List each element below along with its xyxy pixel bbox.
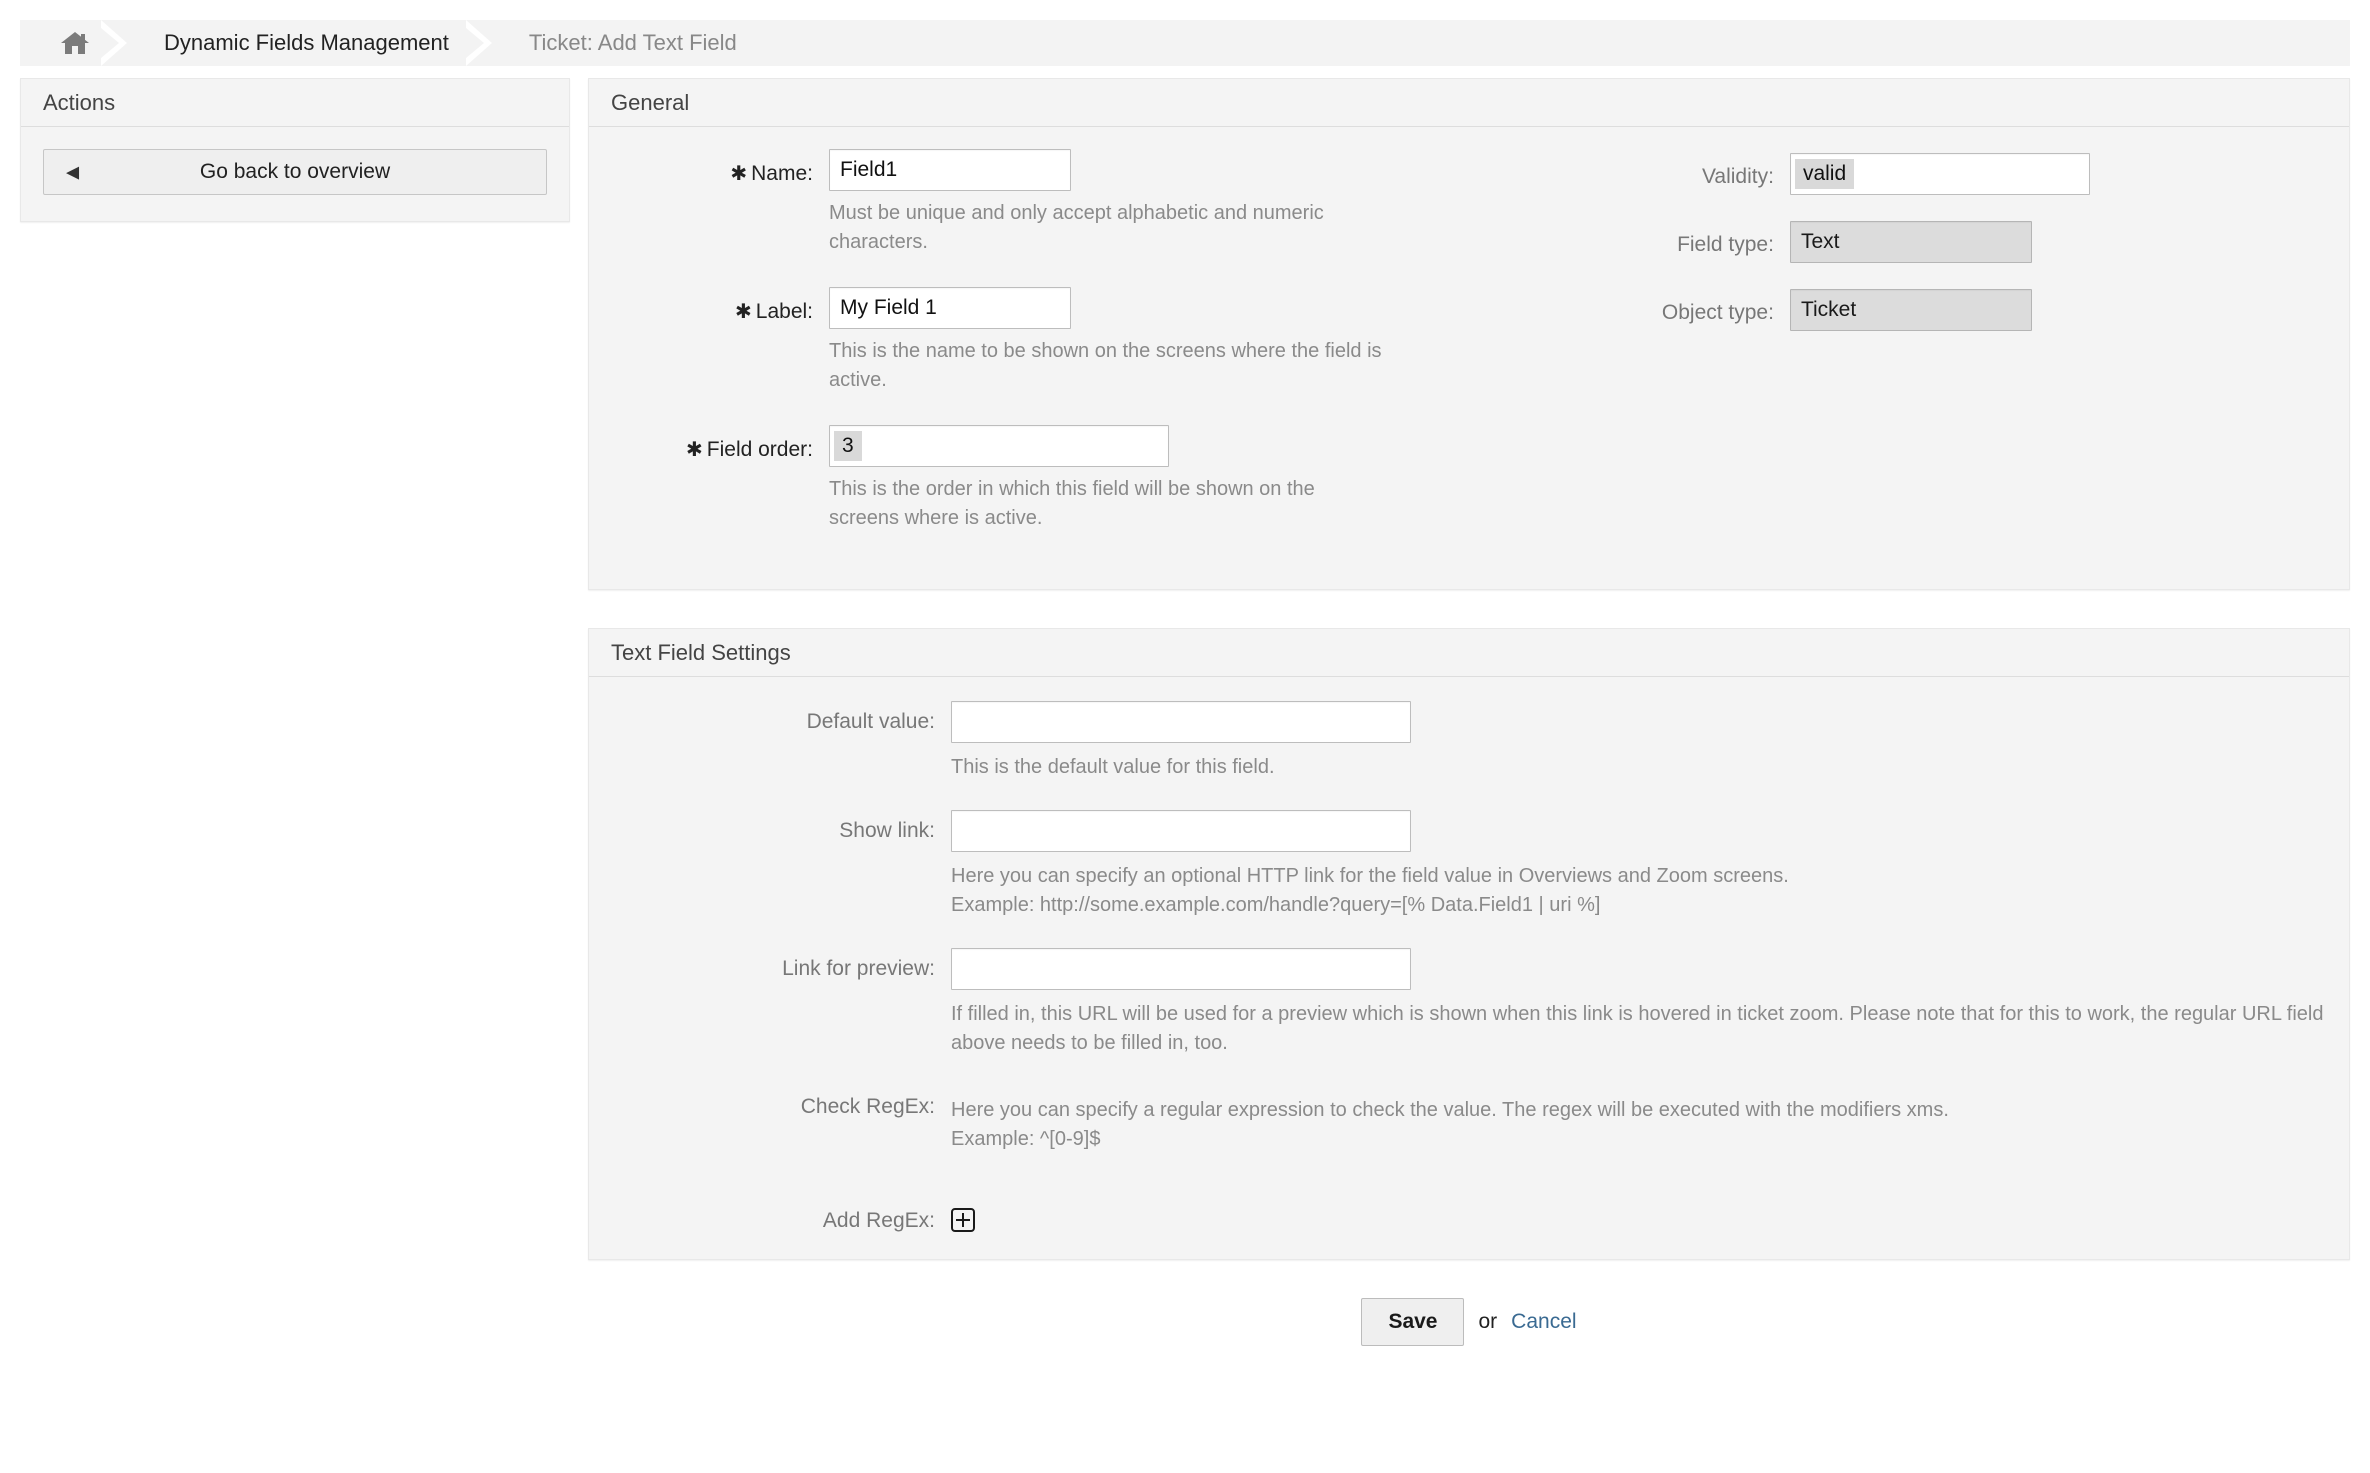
add-regex-control [951,1198,2327,1232]
actions-widget: Actions ◀ Go back to overview [20,78,570,222]
check-regex-control: Here you can specify a regular expressio… [951,1084,2327,1198]
check-regex-help-line-1: Here you can specify a regular expressio… [951,1096,2327,1125]
text-field-settings-title: Text Field Settings [611,640,791,666]
validity-select[interactable]: valid [1790,153,2090,195]
field-type-control: Text [1790,221,2327,263]
go-back-to-overview-button[interactable]: ◀ Go back to overview [43,149,547,195]
object-type-select: Ticket [1790,289,2032,331]
field-type-row: Field type: Text [1572,221,2327,263]
default-value-help-text: This is the default value for this field… [951,753,2327,782]
text-field-settings-widget: Text Field Settings Default value: This … [588,628,2350,1260]
field-type-value: Text [1795,227,1848,257]
show-link-input[interactable] [951,810,1411,852]
add-regex-row: Add RegEx: [611,1198,2327,1233]
name-help-text: Must be unique and only accept alphabeti… [829,199,1389,257]
form-footer: Save or Cancel [588,1298,2350,1346]
field-order-select[interactable]: 3 [829,425,1169,467]
default-value-row: Default value: This is the default value… [611,699,2327,808]
general-widget: General ✱Name: Field1 Must be unique and… [588,78,2350,590]
validity-label: Validity: [1572,153,1790,189]
breadcrumb-label: Ticket: Add Text Field [529,30,737,56]
general-body: ✱Name: Field1 Must be unique and only ac… [589,127,2349,589]
field-order-label-text: Field order: [707,438,813,461]
name-input[interactable]: Field1 [829,149,1071,191]
home-icon [60,30,90,56]
cancel-link[interactable]: Cancel [1511,1310,1576,1334]
required-asterisk-icon: ✱ [686,439,703,461]
label-control: My Field 1 This is the name to be shown … [829,287,1572,421]
link-for-preview-input[interactable] [951,948,1411,990]
name-label-text: Name: [751,162,813,185]
go-back-to-overview-label: Go back to overview [44,160,546,184]
required-asterisk-icon: ✱ [735,301,752,323]
breadcrumb-home[interactable] [20,20,130,66]
object-type-label: Object type: [1572,289,1790,325]
text-field-settings-header: Text Field Settings [589,629,2349,677]
add-regex-label: Add RegEx: [611,1198,951,1233]
validity-field-row: Validity: valid [1572,153,2327,195]
or-label: or [1478,1310,1497,1334]
general-left-column: ✱Name: Field1 Must be unique and only ac… [611,149,1572,563]
breadcrumb-label: Dynamic Fields Management [164,30,449,56]
check-regex-label: Check RegEx: [611,1084,951,1119]
main-content: General ✱Name: Field1 Must be unique and… [588,78,2350,1346]
label-input[interactable]: My Field 1 [829,287,1071,329]
link-for-preview-label: Link for preview: [611,946,951,981]
general-header: General [589,79,2349,127]
object-type-value: Ticket [1795,295,1864,325]
name-label: ✱Name: [611,149,829,186]
breadcrumb-separator [101,20,131,66]
default-value-control: This is the default value for this field… [951,699,2327,808]
required-asterisk-icon: ✱ [730,163,747,185]
field-order-row: ✱Field order: 3 This is the order in whi… [611,425,1572,559]
show-link-row: Show link: Here you can specify an optio… [611,808,2327,946]
validity-control: valid [1790,153,2327,195]
show-link-label: Show link: [611,808,951,843]
general-title: General [611,90,689,116]
actions-body: ◀ Go back to overview [21,127,569,221]
show-link-help-text: Here you can specify an optional HTTP li… [951,862,2327,920]
actions-title: Actions [43,90,115,116]
field-order-selected-option: 3 [834,431,862,461]
field-type-label: Field type: [1572,221,1790,257]
breadcrumb-item-dynamic-fields[interactable]: Dynamic Fields Management [130,20,495,66]
show-link-control: Here you can specify an optional HTTP li… [951,808,2327,946]
label-label: ✱Label: [611,287,829,324]
link-for-preview-help-text: If filled in, this URL will be used for … [951,1000,2327,1058]
link-for-preview-control: If filled in, this URL will be used for … [951,946,2327,1084]
link-for-preview-row: Link for preview: If filled in, this URL… [611,946,2327,1084]
label-field-row: ✱Label: My Field 1 This is the name to b… [611,287,1572,421]
text-field-settings-body: Default value: This is the default value… [589,677,2349,1259]
object-type-control: Ticket [1790,289,2327,331]
check-regex-help-text: Here you can specify a regular expressio… [951,1096,2327,1154]
field-order-control: 3 This is the order in which this field … [829,425,1572,559]
save-button[interactable]: Save [1361,1298,1464,1346]
breadcrumb-separator [466,20,496,66]
plus-square-icon[interactable] [951,1208,975,1232]
show-link-help-line-1: Here you can specify an optional HTTP li… [951,862,2327,891]
general-right-column: Validity: valid Field type: [1572,149,2327,563]
label-label-text: Label: [756,300,813,323]
check-regex-row: Check RegEx: Here you can specify a regu… [611,1084,2327,1198]
field-order-label: ✱Field order: [611,425,829,462]
name-control: Field1 Must be unique and only accept al… [829,149,1572,283]
validity-selected-option: valid [1795,159,1854,189]
name-field-row: ✱Name: Field1 Must be unique and only ac… [611,149,1572,283]
actions-header: Actions [21,79,569,127]
breadcrumb: Dynamic Fields Management Ticket: Add Te… [20,20,2350,66]
check-regex-help-line-2: Example: ^[0-9]$ [951,1125,2327,1154]
sidebar: Actions ◀ Go back to overview [20,78,570,260]
left-arrow-icon: ◀ [66,164,79,181]
default-value-input[interactable] [951,701,1411,743]
field-type-select: Text [1790,221,2032,263]
show-link-help-line-2: Example: http://some.example.com/handle?… [951,891,2327,920]
default-value-label: Default value: [611,699,951,734]
label-help-text: This is the name to be shown on the scre… [829,337,1389,395]
breadcrumb-item-add-text-field: Ticket: Add Text Field [495,20,783,66]
field-order-help-text: This is the order in which this field wi… [829,475,1389,533]
object-type-row: Object type: Ticket [1572,289,2327,331]
